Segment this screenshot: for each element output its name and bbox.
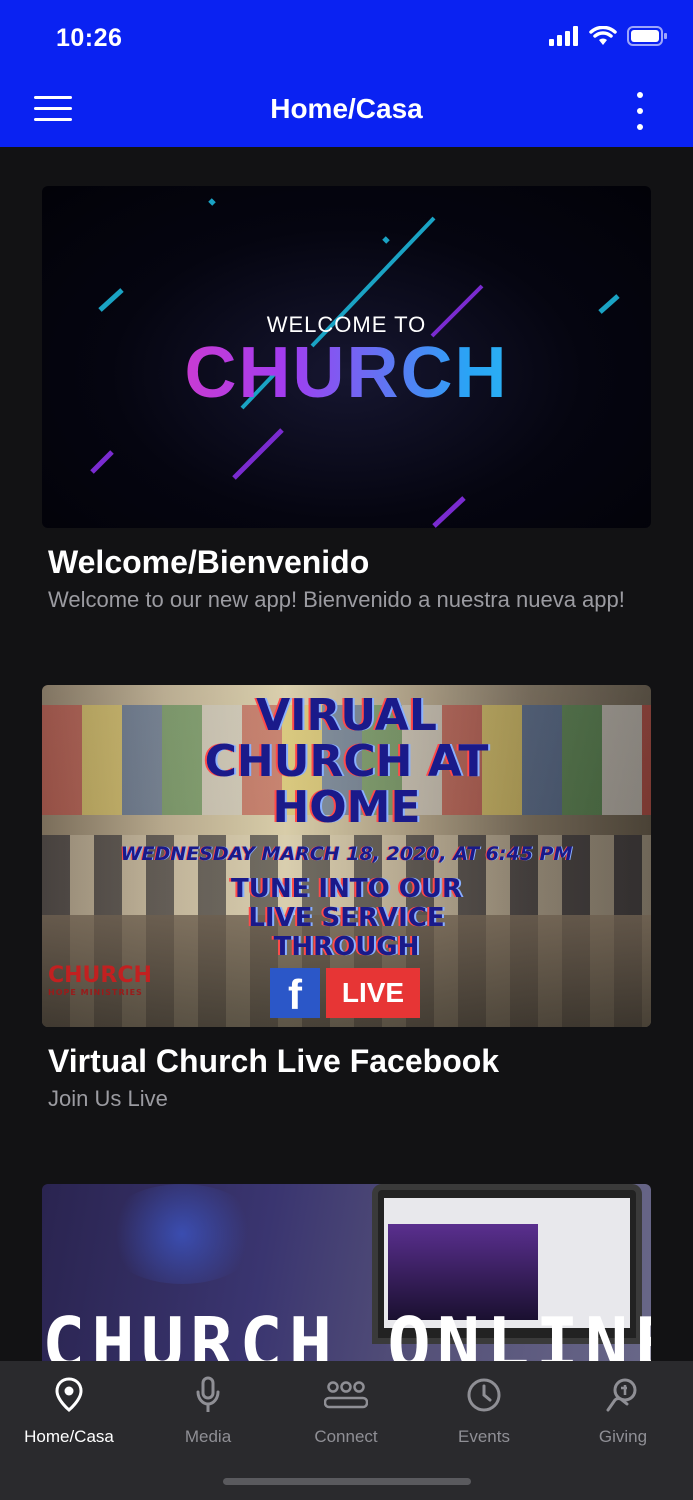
facebook-live-badge: f LIVE bbox=[270, 968, 420, 1018]
image-tune-text: TUNE INTO OUR LIVE SERVICE THROUGH bbox=[231, 874, 462, 962]
microphone-icon bbox=[196, 1376, 220, 1412]
feed-card-welcome[interactable]: WELCOME TO CHURCH Welcome/Bienvenido Wel… bbox=[42, 186, 651, 613]
tab-media[interactable]: Media bbox=[139, 1375, 277, 1447]
battery-icon bbox=[627, 26, 667, 46]
tab-home[interactable]: Home/Casa bbox=[0, 1375, 138, 1447]
clock-icon bbox=[467, 1378, 501, 1412]
card-image[interactable]: WELCOME TO CHURCH bbox=[42, 186, 651, 528]
giving-hand-icon bbox=[606, 1378, 637, 1412]
image-church-text: CHURCH bbox=[42, 332, 651, 414]
more-vertical-icon[interactable] bbox=[630, 92, 650, 130]
tab-events[interactable]: Events bbox=[415, 1375, 553, 1447]
card-image[interactable]: VIRUAL CHURCH AT HOME WEDNESDAY MARCH 18… bbox=[42, 685, 651, 1027]
image-church-online-text: CHURCH ONLINE bbox=[42, 1302, 651, 1361]
tab-label: Home/Casa bbox=[24, 1427, 114, 1446]
glasses-background bbox=[102, 1184, 262, 1284]
app-header: 10:26 Home/Casa bbox=[0, 0, 693, 147]
home-indicator[interactable] bbox=[223, 1478, 471, 1485]
tab-label: Giving bbox=[598, 1427, 648, 1446]
feed-card-church-online[interactable]: CHURCH ONLINE bbox=[42, 1184, 651, 1361]
card-title[interactable]: Virtual Church Live Facebook bbox=[48, 1043, 651, 1080]
image-headline-text: VIRUAL CHURCH AT HOME bbox=[204, 690, 489, 833]
content-feed[interactable]: WELCOME TO CHURCH Welcome/Bienvenido Wel… bbox=[0, 147, 693, 1361]
live-label: LIVE bbox=[326, 968, 420, 1018]
status-icons bbox=[549, 26, 667, 46]
card-title[interactable]: Welcome/Bienvenido bbox=[48, 544, 651, 581]
tab-connect[interactable]: Connect bbox=[277, 1375, 415, 1447]
people-group-icon bbox=[324, 1381, 368, 1409]
signal-icon bbox=[549, 26, 578, 46]
card-subtitle: Join Us Live bbox=[48, 1086, 168, 1111]
feed-card-virtual-church[interactable]: VIRUAL CHURCH AT HOME WEDNESDAY MARCH 18… bbox=[42, 685, 651, 1112]
status-time: 10:26 bbox=[56, 24, 123, 52]
tab-label: Media bbox=[184, 1427, 232, 1446]
location-pin-icon bbox=[55, 1377, 83, 1412]
church-logo: CHURCH HOPE MINISTRIES bbox=[48, 963, 152, 997]
tab-giving[interactable]: Giving bbox=[554, 1375, 692, 1447]
card-image[interactable]: CHURCH ONLINE bbox=[42, 1184, 651, 1361]
page-title: Home/Casa bbox=[270, 93, 423, 124]
card-subtitle: Welcome to our new app! Bienvenido a nue… bbox=[48, 587, 625, 612]
facebook-icon: f bbox=[270, 968, 320, 1018]
wifi-icon bbox=[589, 26, 617, 45]
image-date-text: WEDNESDAY MARCH 18, 2020, AT 6:45 PM bbox=[120, 843, 573, 865]
tab-label: Connect bbox=[314, 1427, 378, 1446]
tab-label: Events bbox=[458, 1427, 510, 1446]
